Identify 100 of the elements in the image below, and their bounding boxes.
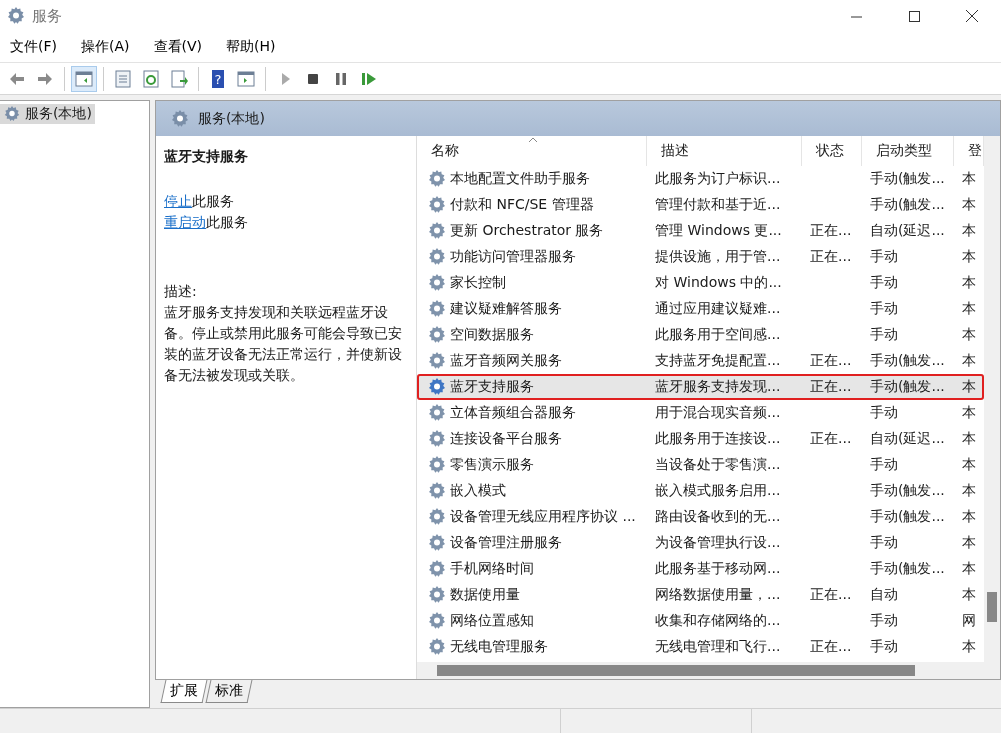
- service-row[interactable]: 零售演示服务 当设备处于零售演... 手动 本: [417, 452, 984, 478]
- action-link[interactable]: 停止: [164, 193, 192, 209]
- table-cell: 蓝牙音频网关服务: [450, 352, 562, 370]
- table-cell: 手机网络时间: [450, 560, 534, 578]
- app-gear-icon: [6, 6, 26, 26]
- menu-item[interactable]: 帮助(H): [220, 36, 282, 58]
- service-gear-icon: [427, 195, 447, 215]
- service-row[interactable]: 功能访问管理器服务 提供设施，用于管... 正在... 手动 本: [417, 244, 984, 270]
- service-gear-icon: [427, 403, 447, 423]
- table-cell-text: 收集和存储网络的...: [654, 612, 782, 630]
- service-row[interactable]: 连接设备平台服务 此服务用于连接设... 正在... 自动(延迟... 本: [417, 426, 984, 452]
- service-row[interactable]: 建议疑难解答服务 通过应用建议疑难... 手动 本: [417, 296, 984, 322]
- console-tree-button[interactable]: [71, 65, 97, 92]
- service-row[interactable]: 数据使用量 网络数据使用量，... 正在... 自动 本: [417, 582, 984, 608]
- console-tree-icon: [74, 68, 94, 89]
- table-cell-text: 本: [961, 404, 977, 422]
- service-row[interactable]: 手机网络时间 此服务基于移动网... 手动(触发... 本: [417, 556, 984, 582]
- service-row[interactable]: 立体音频组合器服务 用于混合现实音频... 手动 本: [417, 400, 984, 426]
- table-cell: 本地配置文件助手服务: [450, 170, 590, 188]
- table-cell: 数据使用量: [450, 586, 520, 604]
- export-list-icon: [169, 68, 189, 89]
- table-cell: 功能访问管理器服务: [450, 248, 576, 266]
- table-cell-text: 无线电管理和飞行...: [654, 638, 782, 656]
- table-cell-text: 当设备处于零售演...: [654, 456, 782, 474]
- column-header[interactable]: 启动类型: [862, 136, 954, 166]
- horizontal-scrollbar[interactable]: [417, 662, 1000, 679]
- table-cell-text: 本: [961, 274, 977, 292]
- service-gear-icon: [427, 351, 447, 371]
- table-cell-text: 正在...: [809, 586, 853, 604]
- table-cell-text: 用于混合现实音频...: [654, 404, 782, 422]
- maximize-icon: [908, 10, 920, 22]
- service-row[interactable]: 蓝牙音频网关服务 支持蓝牙免提配置... 正在... 手动(触发... 本: [417, 348, 984, 374]
- service-gear-icon: [427, 507, 447, 527]
- menu-item[interactable]: 操作(A): [75, 36, 136, 58]
- description-label: 描述:: [164, 282, 198, 301]
- table-cell: 蓝牙支持服务: [450, 378, 534, 396]
- service-gear-icon: [427, 429, 447, 449]
- gear-icon: [170, 108, 190, 129]
- service-gear-icon: [427, 585, 447, 605]
- table-cell-text: 自动: [869, 586, 899, 604]
- view-tab[interactable]: 标准: [205, 680, 253, 703]
- service-row[interactable]: 本地配置文件助手服务 此服务为订户标识... 手动(触发... 本: [417, 166, 984, 192]
- table-cell-text: 通过应用建议疑难...: [654, 300, 782, 318]
- table-cell-text: 正在...: [809, 222, 853, 240]
- menu-item[interactable]: 查看(V): [147, 36, 208, 58]
- service-row[interactable]: 更新 Orchestrator 服务 管理 Windows 更... 正在... 自动(延迟... 本: [417, 218, 984, 244]
- show-action-pane-icon: [236, 68, 256, 89]
- tree-item[interactable]: 服务(本地): [0, 104, 95, 124]
- service-gear-icon: [427, 273, 447, 293]
- table-cell-text: 本: [961, 222, 977, 240]
- table-cell-text: 本: [961, 248, 977, 266]
- table-cell-text: 此服务用于空间感...: [654, 326, 782, 344]
- table-cell-text: 本: [961, 326, 977, 344]
- panel-title: 服务(本地): [198, 109, 265, 128]
- table-cell-text: 正在...: [809, 430, 853, 448]
- sort-caret-icon: [529, 137, 537, 142]
- column-header[interactable]: 描述: [647, 136, 802, 166]
- table-cell-text: 网: [961, 612, 977, 630]
- table-cell-text: 本: [961, 560, 977, 578]
- service-gear-icon: [427, 247, 447, 267]
- table-cell-text: 手动(触发...: [869, 196, 946, 214]
- table-cell: 建议疑难解答服务: [450, 300, 562, 318]
- service-row[interactable]: 设备管理无线应用程序协议 ... 路由设备收到的无... 手动(触发... 本: [417, 504, 984, 530]
- service-gear-icon: [427, 559, 447, 579]
- service-row[interactable]: 无线电管理服务 无线电管理和飞行... 正在... 手动 本: [417, 634, 984, 660]
- service-row[interactable]: 付款和 NFC/SE 管理器 管理付款和基于近... 手动(触发... 本: [417, 192, 984, 218]
- table-cell-text: 本: [961, 196, 977, 214]
- service-row[interactable]: 家长控制 对 Windows 中的... 手动 本: [417, 270, 984, 296]
- action-text: 此服务: [206, 214, 248, 230]
- table-cell-text: 本: [961, 508, 977, 526]
- table-cell: 立体音频组合器服务: [450, 404, 576, 422]
- menu-item[interactable]: 文件(F): [4, 36, 63, 58]
- column-header[interactable]: 状态: [802, 136, 862, 166]
- table-cell-text: 手动: [869, 534, 899, 552]
- view-tab[interactable]: 扩展: [160, 680, 208, 703]
- table-cell-text: 手动: [869, 274, 899, 292]
- service-row[interactable]: 网络位置感知 收集和存储网络的... 手动 网: [417, 608, 984, 634]
- table-cell-text: 本: [961, 638, 977, 656]
- service-row[interactable]: 空间数据服务 此服务用于空间感... 手动 本: [417, 322, 984, 348]
- table-cell: 无线电管理服务: [450, 638, 548, 656]
- table-cell-text: 管理 Windows 更...: [654, 222, 783, 240]
- vertical-scrollbar[interactable]: [984, 136, 1000, 662]
- column-header[interactable]: 名称: [417, 136, 647, 166]
- table-cell-text: 本: [961, 300, 977, 318]
- table-cell-text: 支持蓝牙免提配置...: [654, 352, 782, 370]
- service-gear-icon: [427, 481, 447, 501]
- service-row[interactable]: 蓝牙支持服务 蓝牙服务支持发现... 正在... 手动(触发... 本: [417, 374, 984, 400]
- action-link[interactable]: 重启动: [164, 214, 206, 230]
- table-cell-text: 管理付款和基于近...: [654, 196, 782, 214]
- service-row[interactable]: 设备管理注册服务 为设备管理执行设... 手动 本: [417, 530, 984, 556]
- table-cell-text: 为设备管理执行设...: [654, 534, 782, 552]
- table-cell: 更新 Orchestrator 服务: [450, 222, 604, 240]
- description-text: 蓝牙服务支持发现和关联远程蓝牙设备。停止或禁用此服务可能会导致已安装的蓝牙设备无法正常运行，并使新设备无法被发现或关联。: [164, 303, 403, 385]
- table-cell: 付款和 NFC/SE 管理器: [450, 196, 594, 214]
- refresh-icon: [141, 68, 161, 89]
- table-cell-text: 蓝牙服务支持发现...: [654, 378, 782, 396]
- service-row[interactable]: 嵌入模式 嵌入模式服务启用... 手动(触发... 本: [417, 478, 984, 504]
- service-gear-icon: [427, 611, 447, 631]
- properties-icon: [113, 68, 133, 89]
- table-cell-text: 手动(触发...: [869, 378, 946, 396]
